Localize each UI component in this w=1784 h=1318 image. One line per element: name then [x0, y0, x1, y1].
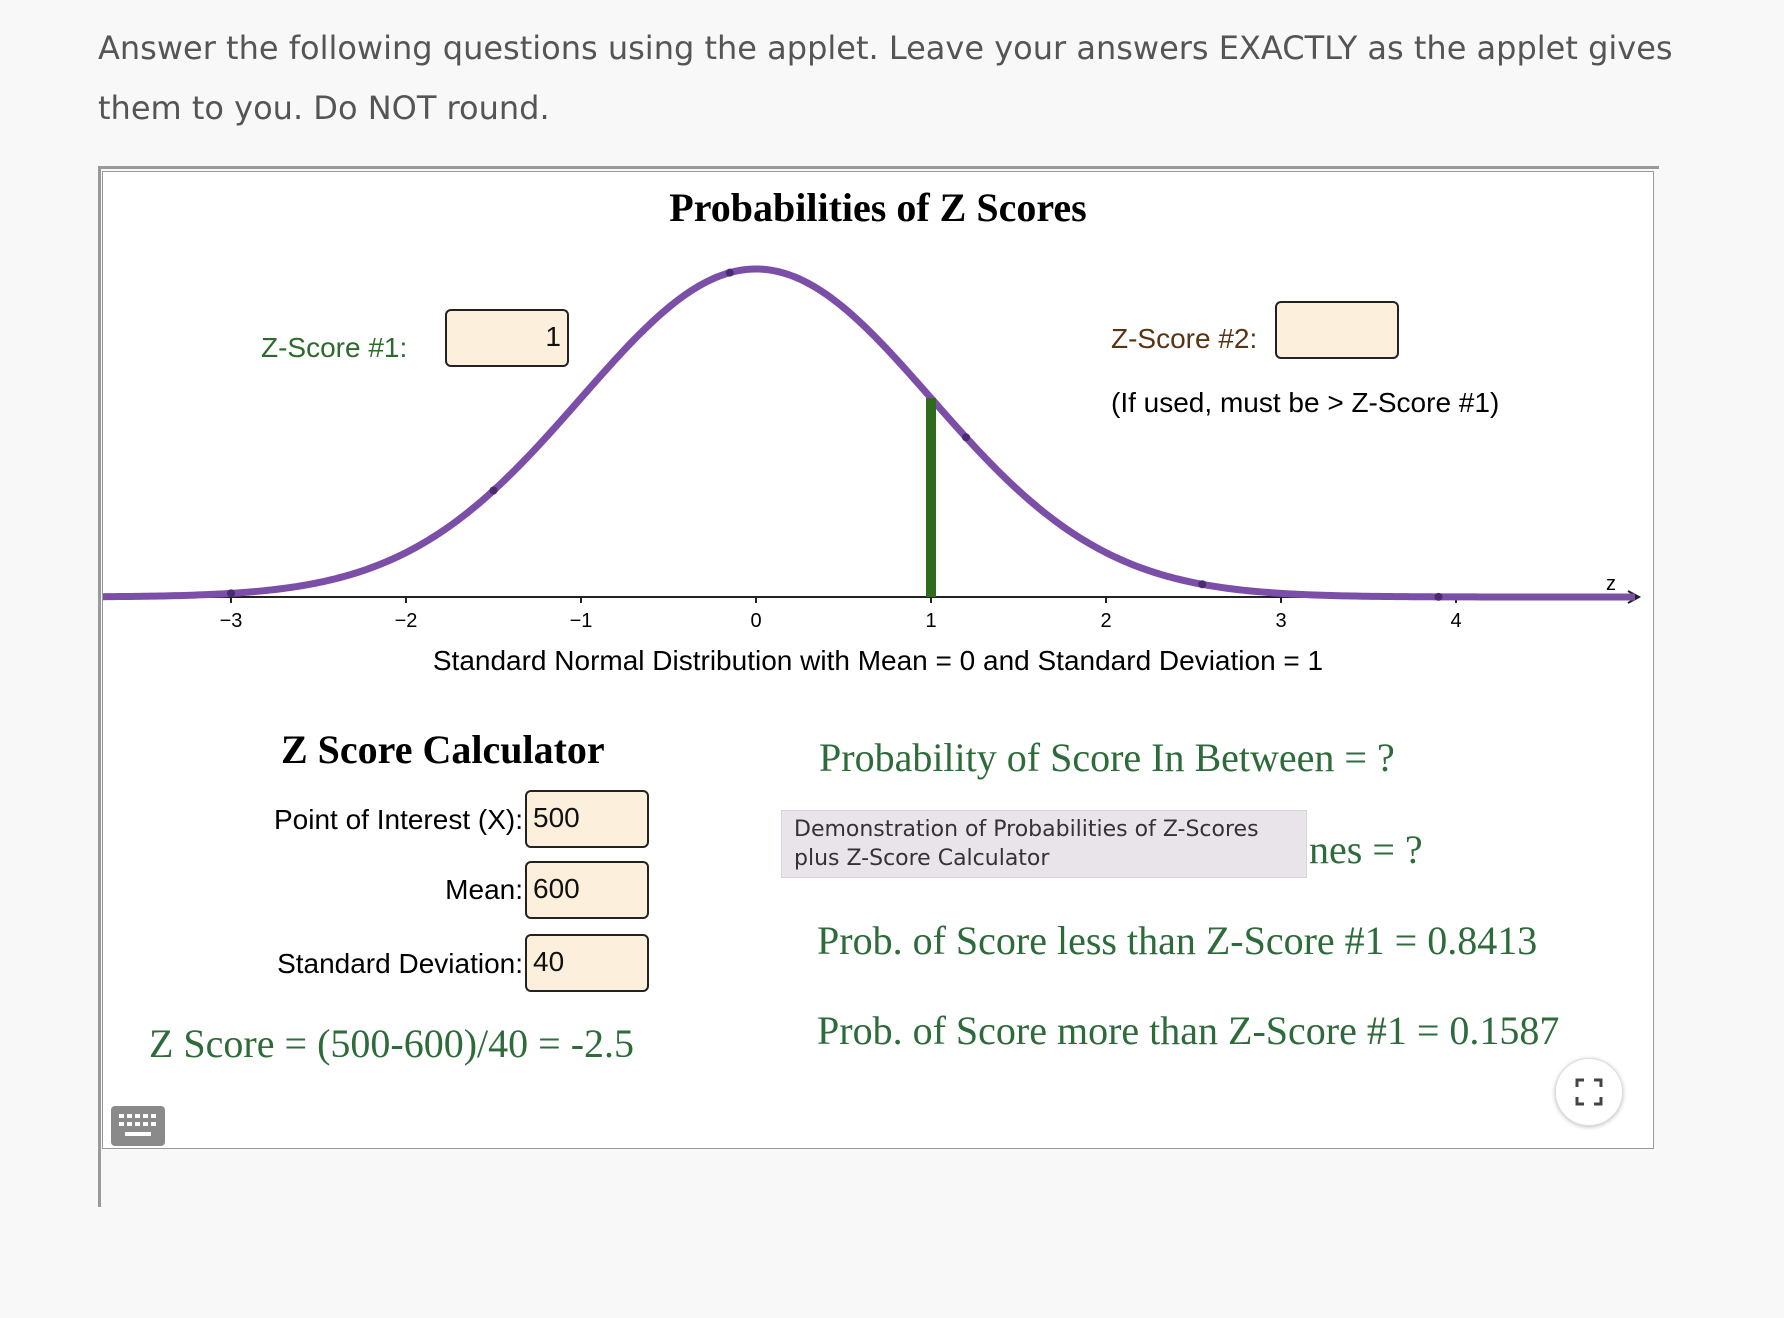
point-of-interest-input[interactable]: 500	[525, 790, 649, 848]
prob-less: Prob. of Score less than Z-Score #1 = 0.…	[817, 918, 1538, 963]
zscore-result: Z Score = (500-600)/40 = -2.5	[149, 1021, 635, 1066]
curve-point	[489, 486, 498, 495]
mean-label: Mean:	[445, 874, 523, 905]
fullscreen-icon	[1575, 1078, 1603, 1106]
x-tick-label: −3	[220, 610, 243, 632]
curve-point	[725, 268, 734, 277]
x-tick-label: 2	[1100, 610, 1111, 632]
prob-outside-partial: nes = ?	[1309, 827, 1423, 872]
x-tick-label: 4	[1450, 610, 1461, 632]
zscore2-label: Z-Score #2:	[1111, 323, 1258, 354]
mean-input[interactable]: 600	[525, 861, 649, 919]
x-axis-label: z	[1606, 573, 1616, 595]
zscore1-input[interactable]: 1	[445, 309, 569, 367]
instructions-text: Answer the following questions using the…	[98, 29, 1673, 127]
x-tick-label: 1	[925, 610, 936, 632]
point-of-interest-label: Point of Interest (X):	[274, 804, 523, 835]
prob-more: Prob. of Score more than Z-Score #1 = 0.…	[817, 1008, 1560, 1053]
normal-distribution-plot: z −4−3−2−101234	[103, 265, 1642, 632]
prob-between: Probability of Score In Between = ?	[819, 735, 1395, 780]
fullscreen-button[interactable]	[1555, 1058, 1623, 1126]
x-tick-label: −1	[570, 610, 593, 632]
zscore2-input[interactable]	[1275, 301, 1399, 359]
tooltip: Demonstration of Probabilities of Z-Scor…	[781, 810, 1307, 878]
curve-point	[227, 589, 235, 598]
sd-label: Standard Deviation:	[277, 948, 523, 979]
x-tick-label: 0	[750, 610, 761, 632]
zscore2-note: (If used, must be > Z-Score #1)	[1111, 387, 1500, 418]
normal-curve[interactable]	[103, 265, 1635, 601]
curve-point	[1434, 592, 1443, 601]
zscore1-label: Z-Score #1:	[261, 332, 408, 363]
sd-input[interactable]: 40	[525, 934, 649, 992]
calculator-title: Z Score Calculator	[281, 727, 605, 772]
keyboard-icon[interactable]	[111, 1106, 165, 1146]
curve-point	[962, 433, 970, 442]
x-ticks: −4−3−2−101234	[220, 597, 1462, 632]
applet: Probabilities of Z Scores z −4−3−2−10123…	[102, 171, 1654, 1149]
curve-point	[1198, 580, 1207, 589]
axis-caption: Standard Normal Distribution with Mean =…	[432, 645, 1324, 676]
x-tick-label: 3	[1275, 610, 1286, 632]
x-tick-label: −2	[395, 610, 418, 632]
